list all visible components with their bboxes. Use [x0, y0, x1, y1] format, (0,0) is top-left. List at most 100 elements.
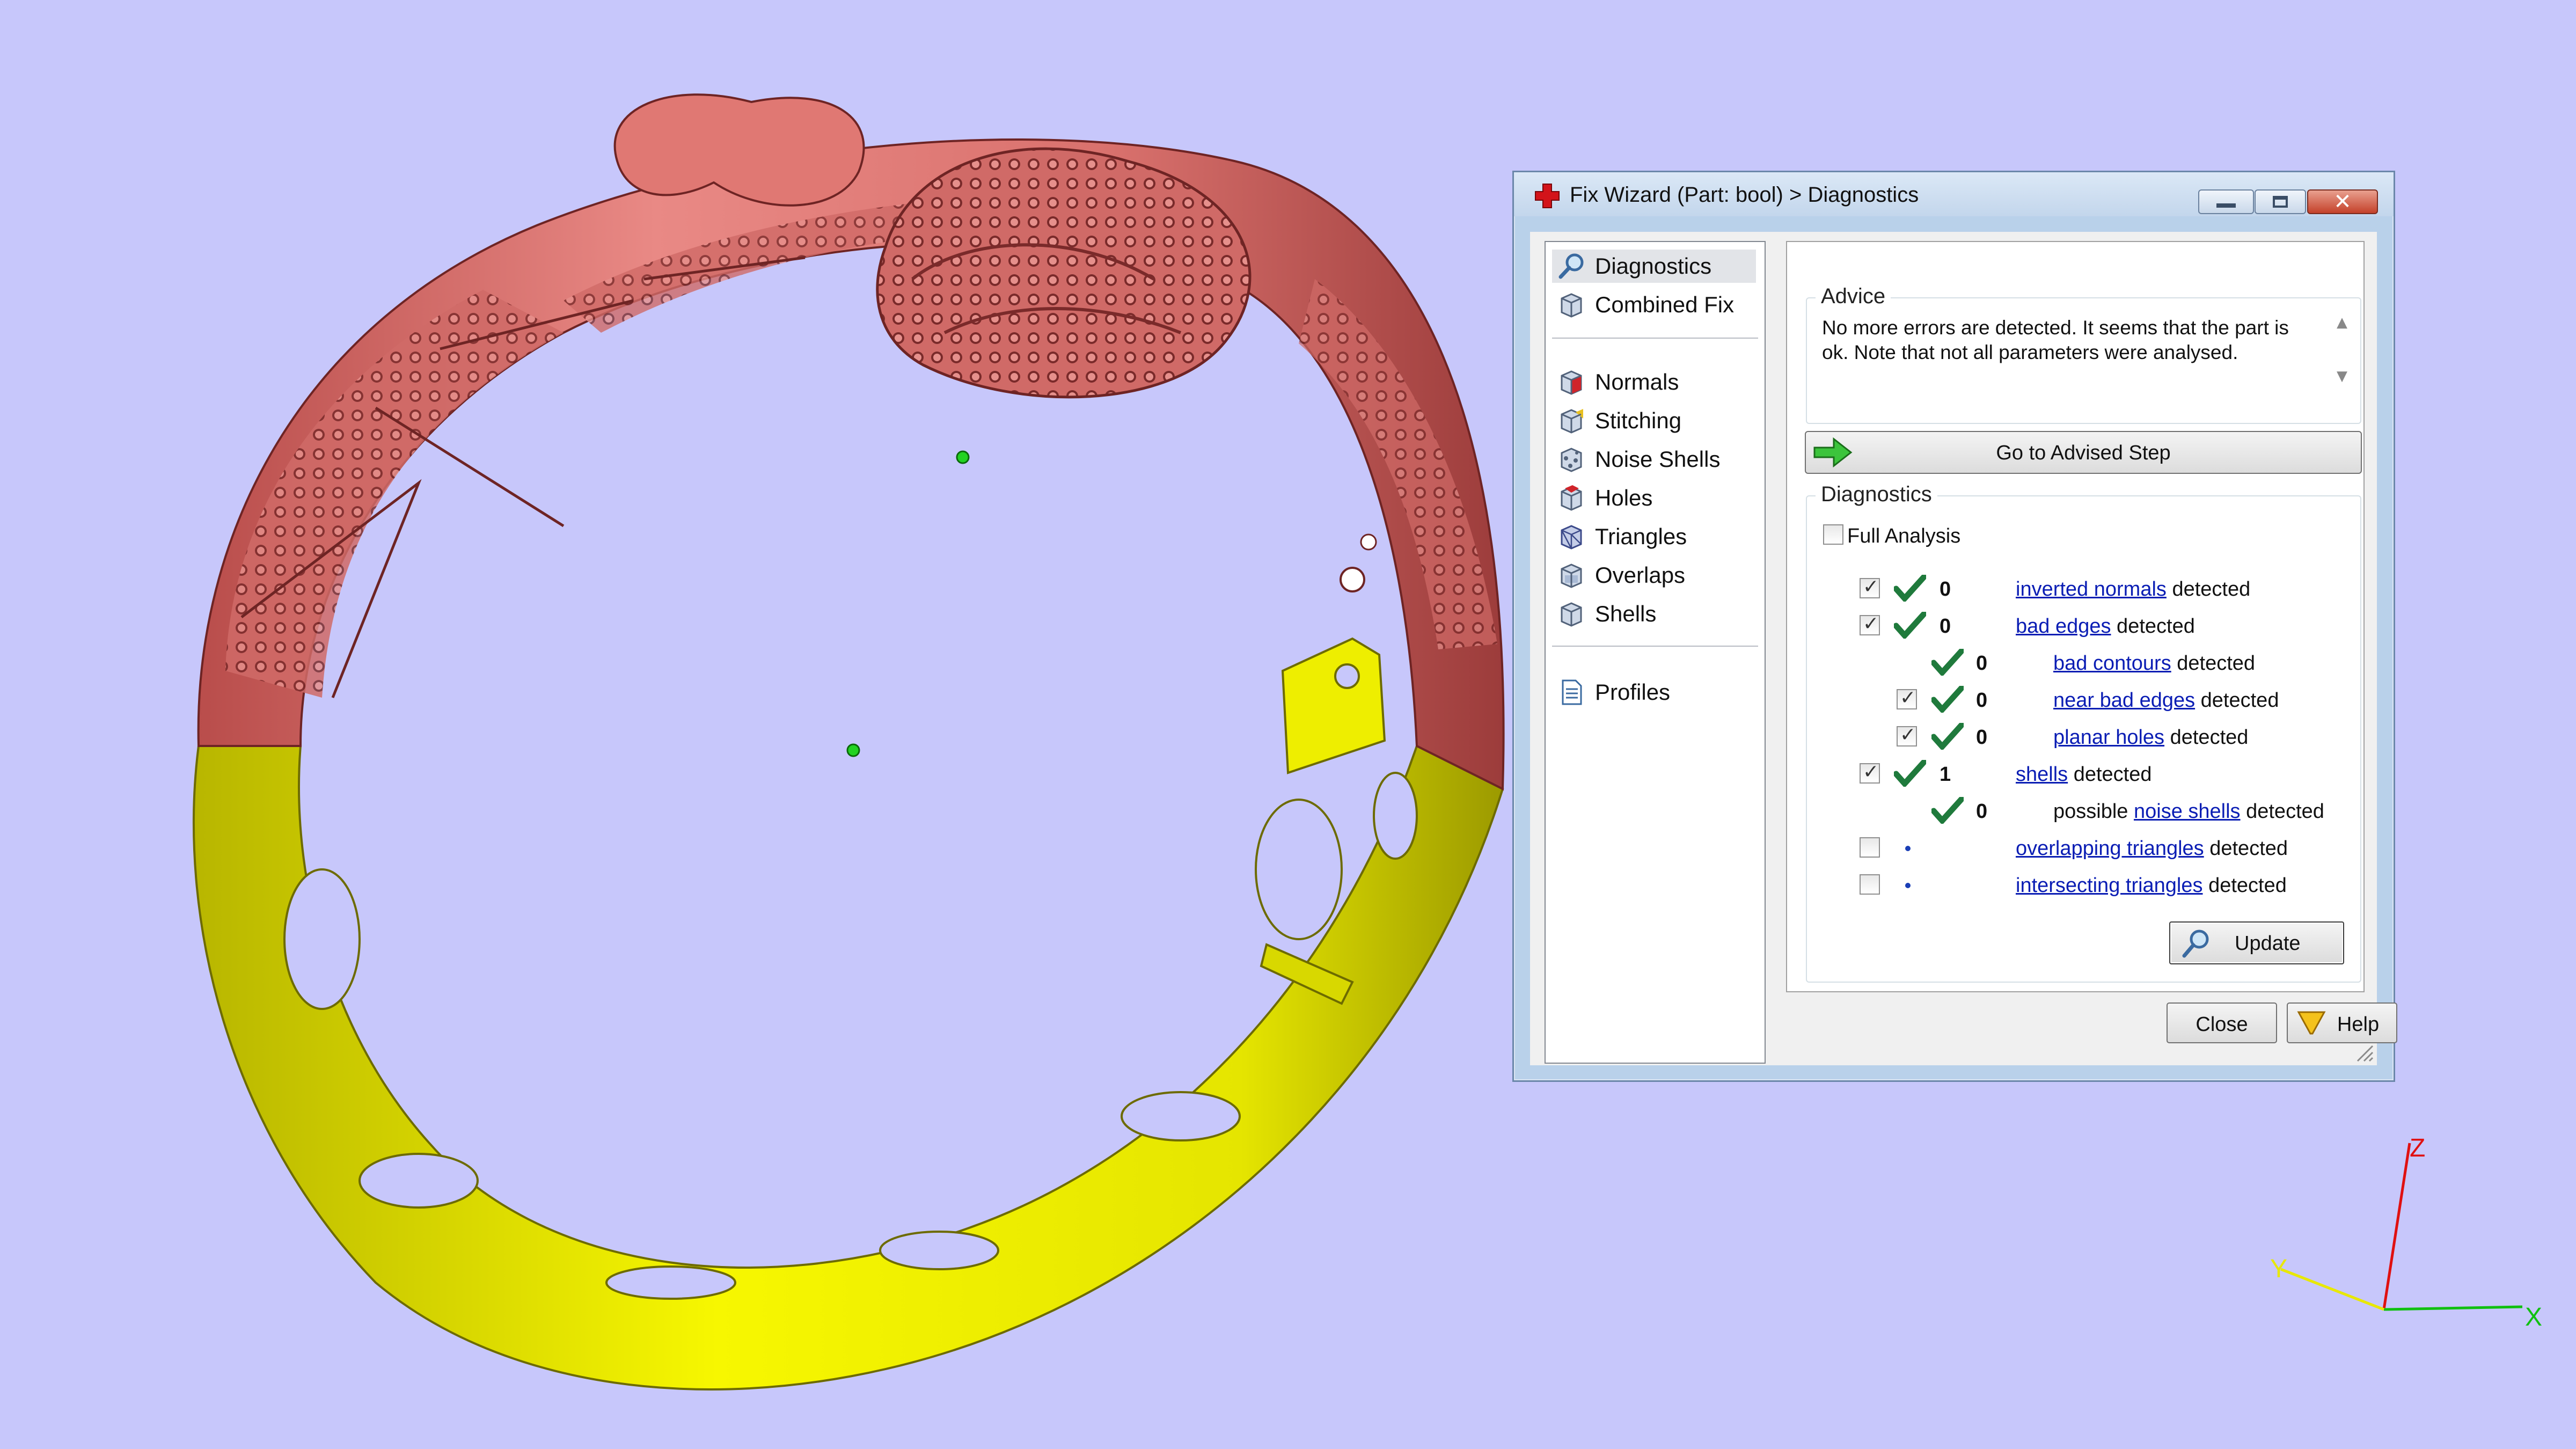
nav-label: Shells: [1595, 601, 1657, 626]
noise-shells-count: 0: [1976, 800, 1988, 823]
minimize-button[interactable]: [2198, 189, 2254, 214]
ok-check-icon: [1931, 649, 1964, 676]
planar-holes-link[interactable]: planar holes: [2053, 726, 2164, 749]
bracelet-model[interactable]: [192, 93, 1505, 1391]
minimize-icon: [2216, 203, 2236, 208]
noise-shells-icon: [1561, 448, 1582, 472]
shells-cube-icon: [1561, 602, 1582, 627]
inverted-normals-link[interactable]: inverted normals: [2016, 578, 2167, 601]
nav-separator: [1552, 338, 1758, 339]
nav-label: Stitching: [1595, 408, 1682, 433]
pending-dot-icon: [1905, 846, 1911, 851]
overlapping-triangles-checkbox[interactable]: [1860, 837, 1880, 858]
nav-item-shells[interactable]: Shells: [1552, 597, 1756, 631]
go-to-advised-step-button[interactable]: Go to Advised Step: [1805, 431, 2362, 474]
title-bar[interactable]: Fix Wizard (Part: bool) > Diagnostics ✕: [1514, 172, 2394, 216]
near-bad-edges-count: 0: [1976, 689, 1988, 712]
window-title: Fix Wizard (Part: bool) > Diagnostics: [1570, 183, 1919, 207]
resize-grip-icon[interactable]: [2352, 1041, 2374, 1062]
close-icon: ✕: [2333, 189, 2352, 214]
full-analysis-checkbox[interactable]: [1823, 524, 1843, 545]
axis-y-label: Y: [2270, 1255, 2287, 1283]
full-analysis-label: Full Analysis: [1847, 525, 1961, 547]
noise-shells-link[interactable]: noise shells: [2134, 800, 2241, 823]
nav-label: Holes: [1595, 485, 1653, 510]
nav-label: Overlaps: [1595, 562, 1686, 588]
stitching-cube-icon: [1561, 409, 1583, 434]
scroll-down-icon[interactable]: ▼: [2330, 368, 2354, 384]
nav-separator: [1552, 646, 1758, 647]
fix-wizard-dialog: Fix Wizard (Part: bool) > Diagnostics ✕ …: [1512, 171, 2397, 1082]
overlaps-cube-icon: [1561, 564, 1582, 588]
shells-row: shells detected: [2016, 763, 2152, 786]
nav-item-normals[interactable]: Normals: [1552, 365, 1756, 399]
maximize-icon: [2273, 196, 2288, 208]
nav-item-profiles[interactable]: Profiles: [1552, 676, 1756, 709]
nav-item-triangles[interactable]: Triangles: [1552, 520, 1756, 553]
help-button[interactable]: Help: [2287, 1002, 2397, 1043]
close-label: Close: [2196, 1013, 2248, 1036]
diagnostics-panel: Advice No more errors are detected. It s…: [1786, 241, 2365, 992]
ok-check-icon: [1931, 686, 1964, 713]
inverted-normals-count: 0: [1940, 578, 1951, 601]
close-button[interactable]: Close: [2167, 1002, 2277, 1043]
bad-edges-checkbox[interactable]: [1860, 613, 1880, 635]
overlapping-triangles-row: overlapping triangles detected: [2016, 837, 2288, 860]
update-button[interactable]: Update: [2169, 921, 2344, 964]
maximize-button[interactable]: [2255, 189, 2306, 214]
nav-label: Triangles: [1595, 524, 1687, 549]
near-bad-edges-link[interactable]: near bad edges: [2053, 689, 2195, 712]
dialog-client: Diagnostics Combined Fix Normals Stitchi…: [1530, 232, 2397, 1065]
help-label: Help: [2337, 1013, 2380, 1036]
pick-point: [956, 450, 970, 464]
nav-item-noise-shells[interactable]: Noise Shells: [1552, 443, 1756, 476]
overlapping-triangles-link[interactable]: overlapping triangles: [2016, 837, 2204, 860]
bad-contours-link[interactable]: bad contours: [2053, 652, 2171, 675]
magnifier-icon: [1558, 253, 1584, 279]
nav-label: Diagnostics: [1595, 253, 1712, 279]
document-icon: [1562, 679, 1582, 705]
magnifier-icon: [2182, 930, 2209, 958]
bad-edges-count: 0: [1940, 615, 1951, 638]
nav-item-overlaps[interactable]: Overlaps: [1552, 559, 1756, 592]
axis-z-label: Z: [2410, 1134, 2425, 1162]
shells-checkbox[interactable]: [1860, 761, 1880, 784]
advice-text: No more errors are detected. It seems th…: [1822, 317, 2289, 363]
bad-edges-link[interactable]: bad edges: [2016, 615, 2111, 638]
nav-item-diagnostics[interactable]: Diagnostics: [1552, 250, 1756, 283]
advice-label: Advice: [1816, 284, 1891, 309]
nav-item-combined-fix[interactable]: Combined Fix: [1552, 288, 1756, 321]
window-close-button[interactable]: ✕: [2307, 189, 2378, 214]
ok-check-icon: [1894, 760, 1926, 787]
red-cross-icon: [1535, 184, 1560, 208]
near-bad-edges-checkbox[interactable]: [1897, 687, 1917, 709]
holes-cube-icon: [1561, 485, 1582, 511]
inverted-normals-checkbox[interactable]: [1860, 576, 1880, 598]
pick-point: [846, 743, 860, 757]
ok-check-icon: [1894, 575, 1926, 602]
normals-cube-icon: [1561, 370, 1582, 395]
advice-scrollbar[interactable]: ▲ ▼: [2330, 314, 2354, 400]
axis-triad: Z X Y: [2270, 1134, 2542, 1331]
ok-check-icon: [1931, 723, 1964, 750]
intersecting-triangles-checkbox[interactable]: [1860, 874, 1880, 895]
triangles-cube-icon: [1561, 525, 1582, 550]
near-bad-edges-row: near bad edges detected: [2053, 689, 2279, 712]
bad-edges-row: bad edges detected: [2016, 615, 2195, 638]
nav-label: Normals: [1595, 369, 1679, 394]
inverted-normals-row: inverted normals detected: [2016, 578, 2251, 601]
pending-dot-icon: [1905, 883, 1911, 888]
planar-holes-row: planar holes detected: [2053, 726, 2249, 749]
planar-holes-count: 0: [1976, 726, 1988, 749]
nav-item-holes[interactable]: Holes: [1552, 481, 1756, 515]
nav-label: Noise Shells: [1595, 447, 1721, 472]
bad-contours-row: bad contours detected: [2053, 652, 2256, 675]
noise-shells-row: possible noise shells detected: [2053, 800, 2324, 823]
ok-check-icon: [1931, 797, 1964, 824]
shells-link[interactable]: shells: [2016, 763, 2068, 786]
nav-item-stitching[interactable]: Stitching: [1552, 404, 1756, 437]
scroll-up-icon[interactable]: ▲: [2330, 314, 2354, 331]
planar-holes-checkbox[interactable]: [1897, 724, 1917, 747]
intersecting-triangles-link[interactable]: intersecting triangles: [2016, 874, 2203, 897]
advice-group: Advice No more errors are detected. It s…: [1806, 284, 2361, 424]
